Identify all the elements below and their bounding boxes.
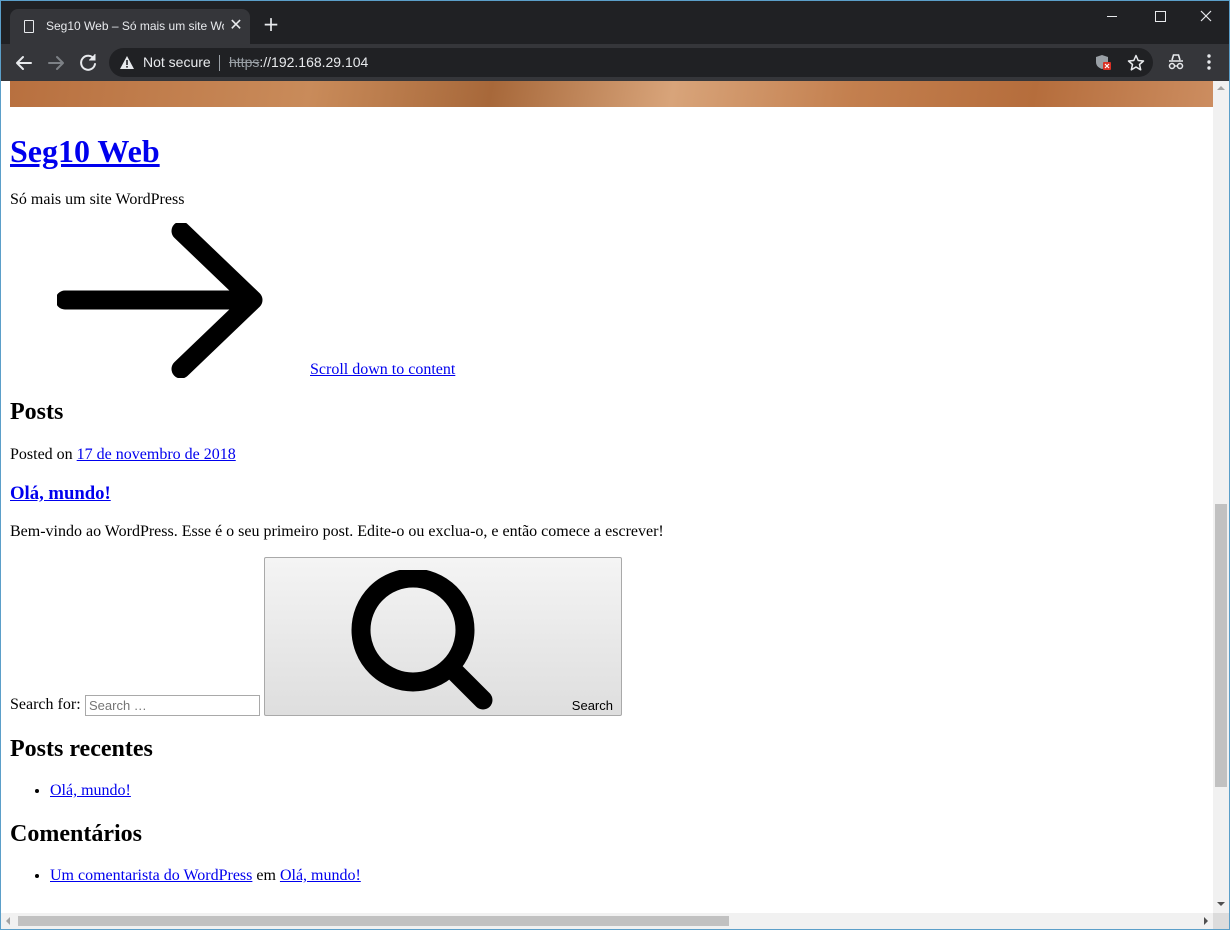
tab-close-icon[interactable]: ✕ (228, 15, 244, 35)
tab-active[interactable]: Seg10 Web – Só mais um site WordPress ✕ (10, 9, 250, 44)
post-date-link[interactable]: 17 de novembro de 2018 (77, 446, 236, 463)
warning-icon[interactable] (119, 55, 135, 70)
list-item: Olá, mundo! (50, 782, 131, 800)
page-icon (24, 20, 34, 33)
star-icon[interactable] (1127, 54, 1145, 72)
search-label: Search for: (10, 696, 81, 713)
scroll-down-arrow-icon[interactable] (1217, 901, 1225, 907)
close-window-button[interactable] (1183, 1, 1229, 33)
post-meta: Posted on 17 de novembro de 2018 (10, 446, 236, 464)
search-button[interactable]: Search (264, 557, 622, 716)
security-label[interactable]: Not secure (143, 54, 211, 70)
header-image (10, 81, 1213, 107)
forward-button[interactable] (43, 50, 69, 76)
site-title-link[interactable]: Seg10 Web (10, 133, 160, 170)
scroll-right-arrow-icon[interactable] (1203, 917, 1209, 925)
tab-bar: Seg10 Web – Só mais um site WordPress ✕ … (1, 1, 1229, 44)
browser-window: Seg10 Web – Só mais um site WordPress ✕ … (0, 0, 1230, 930)
comment-author-link[interactable]: Um comentarista do WordPress (50, 867, 252, 884)
vertical-scrollbar[interactable] (1213, 81, 1229, 913)
recent-posts-list: Olá, mundo! (50, 782, 131, 800)
comment-separator: em (256, 867, 276, 884)
horizontal-scrollbar[interactable] (1, 913, 1213, 929)
search-button-label: Search (571, 698, 613, 713)
search-input[interactable] (85, 695, 260, 716)
comment-post-link[interactable]: Olá, mundo! (280, 867, 361, 884)
search-icon (351, 570, 493, 710)
scrollbar-corner (1213, 913, 1229, 929)
browser-toolbar: Not secure https://192.168.29.104 (1, 44, 1229, 81)
posts-heading: Posts (10, 399, 64, 425)
tab-title: Seg10 Web – Só mais um site WordPress (46, 19, 224, 33)
vertical-scroll-thumb[interactable] (1215, 504, 1227, 787)
posted-on-label: Posted on (10, 446, 73, 463)
scroll-down-link[interactable]: Scroll down to content (310, 361, 455, 379)
url-host: ://192.168.29.104 (259, 54, 369, 70)
maximize-icon (1155, 11, 1166, 22)
close-icon (1200, 10, 1212, 22)
reload-button[interactable] (75, 50, 101, 76)
url-text[interactable]: https://192.168.29.104 (229, 54, 368, 70)
list-item: Um comentarista do WordPress em Olá, mun… (50, 867, 361, 885)
menu-kebab-icon[interactable] (1199, 52, 1219, 72)
recent-post-link[interactable]: Olá, mundo! (50, 782, 131, 799)
blocked-content-icon[interactable] (1095, 54, 1113, 72)
minimize-icon (1107, 16, 1117, 17)
url-protocol: https (229, 54, 260, 70)
site-tagline: Só mais um site WordPress (10, 191, 185, 208)
comments-heading: Comentários (10, 821, 142, 847)
new-tab-button[interactable]: + (260, 13, 282, 35)
post-title-link[interactable]: Olá, mundo! (10, 483, 111, 505)
comments-list: Um comentarista do WordPress em Olá, mun… (50, 867, 361, 885)
horizontal-scroll-thumb[interactable] (18, 916, 729, 926)
forward-arrow-icon (48, 56, 64, 70)
post-excerpt: Bem-vindo ao WordPress. Esse é o seu pri… (10, 523, 664, 540)
scroll-up-arrow-icon[interactable] (1217, 85, 1225, 91)
reload-icon (80, 54, 96, 71)
incognito-icon[interactable] (1166, 52, 1186, 72)
address-bar[interactable]: Not secure https://192.168.29.104 (109, 48, 1153, 77)
recent-posts-heading: Posts recentes (10, 736, 153, 762)
scroll-left-arrow-icon[interactable] (5, 917, 11, 925)
back-arrow-icon (16, 56, 32, 70)
maximize-button[interactable] (1137, 1, 1183, 33)
arrow-right-icon[interactable] (57, 223, 267, 378)
back-button[interactable] (11, 50, 37, 76)
minimize-button[interactable] (1089, 1, 1135, 33)
page-viewport: Seg10 Web Só mais um site WordPress Scro… (1, 81, 1213, 913)
omnibox-separator (219, 55, 220, 71)
